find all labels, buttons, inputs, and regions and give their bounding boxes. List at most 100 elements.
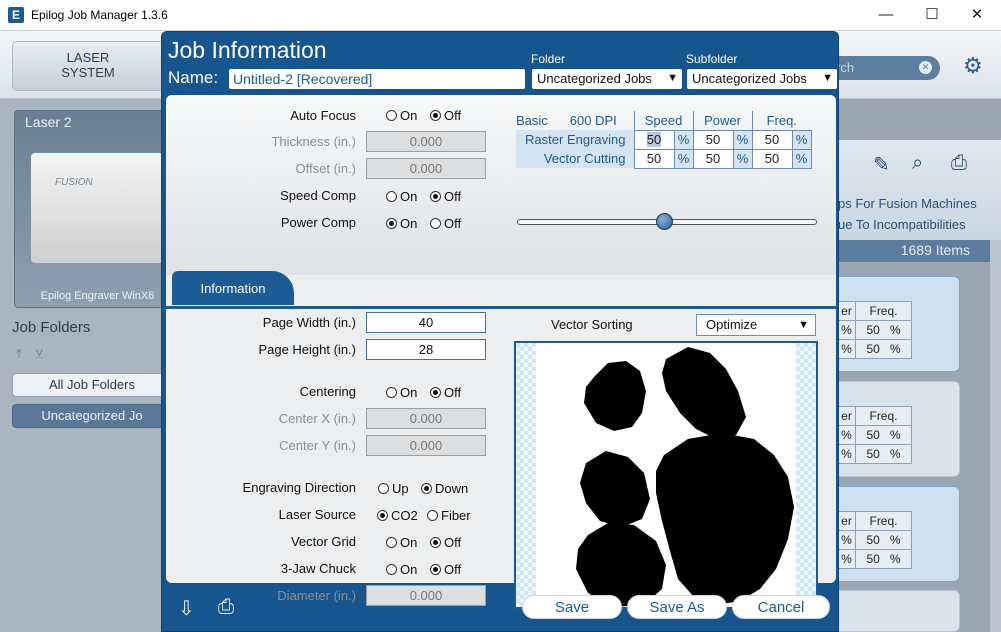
- thickness-label: Thickness (in.): [271, 134, 356, 149]
- job-folders-title: Job Folders: [12, 319, 91, 336]
- folder-tool-icons[interactable]: ⤒⊻: [16, 346, 57, 362]
- jaw-chuck-off-radio[interactable]: Off: [430, 562, 461, 577]
- vector-sorting-value: Optimize: [706, 317, 758, 332]
- folder-all-job-folders[interactable]: All Job Folders: [12, 373, 172, 397]
- chevron-down-icon: ▼: [667, 72, 678, 84]
- tab-information[interactable]: Information: [172, 271, 294, 305]
- basic-label: Basic 600 DPI: [516, 113, 617, 128]
- maximize-button[interactable]: ☐: [918, 4, 946, 26]
- job-preview[interactable]: [514, 341, 818, 609]
- parameter-slider-thumb[interactable]: [656, 213, 673, 230]
- folder-select-value: Uncategorized Jobs: [537, 71, 652, 86]
- dpi-label: 600 DPI: [569, 113, 617, 128]
- laser-card[interactable]: Laser 2 FUSION Epilog Engraver WinX6: [14, 110, 181, 308]
- vector-cutting-row: Vector Cutting 50 % 50 % 50 %: [516, 148, 812, 169]
- job-card-table: er Freq. % 50 % % 50 %: [837, 406, 912, 464]
- chevron-down-icon: ▼: [798, 319, 809, 331]
- warning-text-line2: ue To Incompatibilities: [838, 217, 966, 232]
- gear-icon[interactable]: ⚙: [963, 53, 983, 79]
- center-y-label: Center Y (in.): [279, 438, 356, 453]
- tab-history[interactable]: History: [356, 271, 478, 305]
- tab-bar: Information Colors History Notes Preview: [166, 271, 836, 307]
- centering-on-radio[interactable]: On: [386, 385, 417, 400]
- vector-power-field[interactable]: 50: [692, 148, 734, 169]
- vector-sorting-label: Vector Sorting: [551, 317, 633, 332]
- job-card[interactable]: er Freq. % 50 % % 50 %: [836, 381, 960, 477]
- speed-comp-label: Speed Comp: [280, 188, 356, 203]
- folder-select[interactable]: Uncategorized Jobs ▼: [532, 69, 682, 89]
- subfolder-label: Subfolder: [686, 52, 738, 66]
- diameter-field[interactable]: 0.000: [366, 585, 486, 606]
- direction-up-radio[interactable]: Up: [378, 481, 409, 496]
- laser-system-label-line1: LASER: [66, 50, 110, 65]
- edit-pencil-icon[interactable]: ✎: [873, 152, 890, 177]
- laser-card-name: Laser 2: [25, 114, 72, 130]
- vector-grid-off-radio[interactable]: Off: [430, 535, 461, 550]
- speed-comp-on-radio[interactable]: On: [386, 189, 417, 204]
- power-comp-off-radio[interactable]: Off: [430, 216, 461, 231]
- job-information-dialog: Job Information Folder Subfolder Name: U…: [161, 31, 839, 632]
- warning-text-line1: ps For Fusion Machines: [838, 196, 977, 211]
- freq-header: Freq.: [751, 111, 811, 131]
- raster-speed-field[interactable]: 50: [633, 129, 675, 150]
- auto-focus-label: Auto Focus: [290, 108, 356, 123]
- center-x-field[interactable]: 0.000: [366, 408, 486, 429]
- center-y-field[interactable]: 0.000: [366, 435, 486, 456]
- clear-search-icon[interactable]: ✕: [919, 61, 932, 74]
- job-name-input[interactable]: [229, 69, 525, 89]
- close-button[interactable]: ✕: [963, 4, 991, 26]
- vector-freq-field[interactable]: 50: [751, 148, 793, 169]
- save-button[interactable]: Save: [522, 595, 622, 619]
- paw-print-artwork: [576, 347, 794, 607]
- power-comp-label: Power Comp: [280, 215, 356, 230]
- laser-parameters-table: Basic 600 DPI Speed Power Freq. Raster En…: [516, 111, 812, 169]
- folder-uncategorized[interactable]: Uncategorized Jo: [12, 404, 172, 428]
- raster-freq-field[interactable]: 50: [751, 129, 793, 150]
- folder-label: Folder: [531, 52, 566, 66]
- subfolder-select[interactable]: Uncategorized Jobs ▼: [687, 69, 837, 89]
- cancel-button[interactable]: Cancel: [732, 595, 830, 619]
- tab-notes[interactable]: Notes: [452, 271, 574, 305]
- power-comp-on-radio[interactable]: On: [386, 216, 417, 231]
- auto-focus-on-radio[interactable]: On: [386, 108, 417, 123]
- laser-system-label-line2: SYSTEM: [61, 65, 115, 80]
- laser-source-co2-radio[interactable]: CO2: [377, 508, 418, 523]
- offset-field[interactable]: 0.000: [366, 158, 486, 179]
- thickness-field[interactable]: 0.000: [366, 131, 486, 152]
- save-as-button[interactable]: Save As: [627, 595, 727, 619]
- dialog-title: Job Information: [168, 37, 327, 63]
- vector-speed-field[interactable]: 50: [633, 148, 675, 169]
- vector-sorting-select[interactable]: Optimize ▼: [696, 314, 816, 336]
- vector-grid-label: Vector Grid: [290, 534, 356, 549]
- laser-system-tab[interactable]: LASER SYSTEM: [12, 41, 164, 91]
- printer-icon[interactable]: ⎙: [951, 152, 967, 175]
- speed-header: Speed: [633, 111, 693, 131]
- scrollbar[interactable]: [990, 240, 1001, 632]
- print-icon[interactable]: ⎙: [218, 596, 234, 619]
- tab-preview[interactable]: Preview: [548, 271, 670, 305]
- job-card-table: er Freq. % 50 % % 50 %: [837, 301, 912, 359]
- search-input[interactable]: rch ✕: [828, 56, 940, 80]
- jaw-chuck-label: 3-Jaw Chuck: [280, 561, 356, 576]
- speed-comp-off-radio[interactable]: Off: [430, 189, 461, 204]
- vector-grid-on-radio[interactable]: On: [386, 535, 417, 550]
- job-card[interactable]: [836, 590, 960, 632]
- page-height-field[interactable]: 28: [366, 339, 486, 360]
- auto-focus-off-radio[interactable]: Off: [430, 108, 461, 123]
- offset-label: Offset (in.): [295, 161, 356, 176]
- items-count: 1689 Items: [836, 240, 990, 262]
- raster-power-field[interactable]: 50: [692, 129, 734, 150]
- save-to-folder-icon[interactable]: ⇩: [178, 596, 195, 621]
- job-card[interactable]: er Freq. % 50 % % 50 %: [836, 276, 960, 372]
- minimize-button[interactable]: —: [872, 4, 900, 26]
- page-width-field[interactable]: 40: [366, 312, 486, 333]
- direction-down-radio[interactable]: Down: [421, 481, 468, 496]
- job-card[interactable]: er Freq. % 50 % % 50 %: [836, 486, 960, 582]
- image-search-icon[interactable]: ⌕: [912, 152, 923, 175]
- laser-image-brand: FUSION: [55, 177, 93, 188]
- centering-off-radio[interactable]: Off: [430, 385, 461, 400]
- page-width-label: Page Width (in.): [262, 315, 356, 330]
- laser-source-fiber-radio[interactable]: Fiber: [427, 508, 471, 523]
- raster-engraving-row: Raster Engraving 50 % 50 % 50 %: [516, 129, 812, 150]
- jaw-chuck-on-radio[interactable]: On: [386, 562, 417, 577]
